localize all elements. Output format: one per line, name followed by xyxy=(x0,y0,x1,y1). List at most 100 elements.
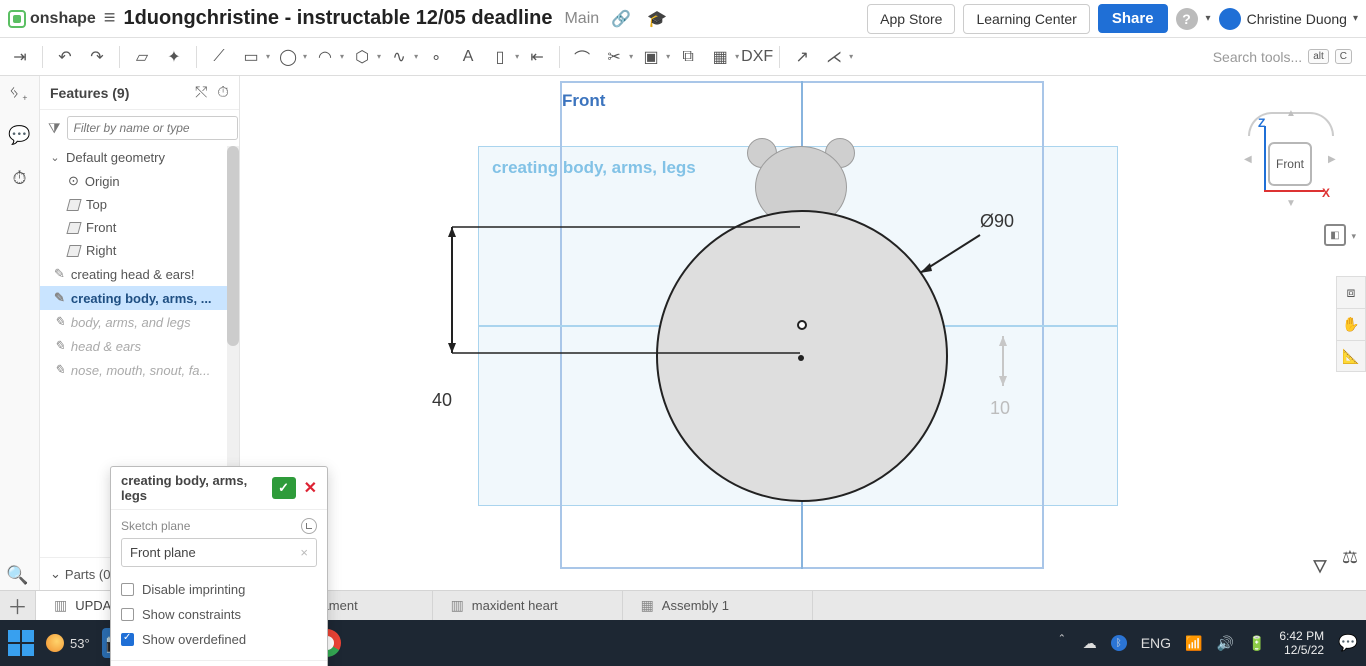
line-tool-icon[interactable]: ⟋ xyxy=(205,43,233,71)
plane-top-row[interactable]: Top xyxy=(40,193,239,216)
diameter-dimension[interactable]: Ø90 xyxy=(980,211,1014,232)
tray-battery-icon[interactable]: 🔋 xyxy=(1248,635,1265,652)
plane-right-row[interactable]: Right xyxy=(40,239,239,262)
help-caret-icon[interactable]: ▾ xyxy=(1206,13,1211,24)
tray-language[interactable]: ENG xyxy=(1141,635,1171,651)
point-tool-icon[interactable]: ∘ xyxy=(422,43,450,71)
zoom-search-icon[interactable]: 🔍 xyxy=(6,565,28,586)
start-button[interactable] xyxy=(8,630,34,656)
view-cube[interactable]: ▲ ▼ ◀ ▶ Z X Front xyxy=(1224,108,1344,218)
dim-40-label[interactable]: 40 xyxy=(432,390,452,411)
document-title[interactable]: 1duongchristine - instructable 12/05 dea… xyxy=(123,7,552,30)
arc-tool[interactable]: ◠▾ xyxy=(311,43,344,71)
center-point-icon[interactable] xyxy=(797,320,807,330)
constraint-tool[interactable]: ⋌▾ xyxy=(820,43,853,71)
help-icon[interactable]: ? xyxy=(1176,8,1198,30)
rectangle-icon: ▭ xyxy=(237,43,265,71)
rollback-icon[interactable]: ⏱ xyxy=(217,84,229,101)
learning-center-button[interactable]: Learning Center xyxy=(963,4,1089,34)
dim-10-label[interactable]: 10 xyxy=(990,398,1010,419)
polygon-tool[interactable]: ⬡▾ xyxy=(348,43,381,71)
origin-row[interactable]: ⊙Origin xyxy=(40,169,239,193)
circle-tool[interactable]: ◯▾ xyxy=(274,43,307,71)
branch-label[interactable]: Main xyxy=(564,10,599,28)
feature-filter-input[interactable] xyxy=(67,116,238,140)
view-right-icon[interactable]: ▶ xyxy=(1328,154,1336,165)
dialog-confirm-button[interactable]: ✓ xyxy=(272,477,296,499)
fillet-tool-icon[interactable]: ⌒ xyxy=(568,43,596,71)
units-icon[interactable]: 🜄 xyxy=(1312,547,1328,584)
dialog-cancel-button[interactable]: ✕ xyxy=(300,478,321,498)
plane-icon xyxy=(66,245,81,257)
slot-tool[interactable]: ▯▾ xyxy=(486,43,519,71)
tray-chevron-icon[interactable]: ＾ xyxy=(1055,633,1069,653)
disable-imprinting-checkbox[interactable]: Disable imprinting xyxy=(121,577,317,602)
spline-tool[interactable]: ∿▾ xyxy=(385,43,418,71)
insert-feature-icon[interactable]: ⤲ xyxy=(195,84,207,101)
app-store-button[interactable]: App Store xyxy=(867,4,955,34)
offset-tool[interactable]: ▣▾ xyxy=(637,43,670,71)
tray-volume-icon[interactable]: 🔊 xyxy=(1217,635,1234,652)
dimension-tool-icon[interactable]: ⇤ xyxy=(523,43,551,71)
view-cube-face[interactable]: Front xyxy=(1268,142,1312,186)
text-tool-icon[interactable]: A xyxy=(454,43,482,71)
history-icon[interactable]: ⏱ xyxy=(12,168,26,189)
share-button[interactable]: Share xyxy=(1098,4,1168,33)
tray-cloud-icon[interactable]: ☁ xyxy=(1083,635,1097,652)
education-icon[interactable]: 🎓 xyxy=(643,9,671,29)
sketch-plane-input[interactable]: Front plane × xyxy=(121,538,317,567)
show-overdefined-checkbox[interactable]: Show overdefined xyxy=(121,627,317,652)
display-mode-icon[interactable]: ◧ xyxy=(1324,224,1346,246)
brand-logo[interactable]: onshape xyxy=(8,10,96,28)
view-up-icon[interactable]: ▲ xyxy=(1286,108,1296,119)
feature-panel-header: Features (9) ⤲ ⏱ xyxy=(40,76,239,110)
sketch-nose-mouth-row[interactable]: ✎nose, mouth, snout, fa... xyxy=(40,358,239,382)
tab-assembly-1[interactable]: ▦Assembly 1 xyxy=(623,591,813,620)
origin-point-icon[interactable] xyxy=(798,355,804,361)
sketch-body-arms-row[interactable]: ✎creating body, arms, ... xyxy=(40,286,239,310)
menu-icon[interactable]: ≡ xyxy=(104,7,116,30)
rectangle-tool[interactable]: ▭▾ xyxy=(237,43,270,71)
add-tab-button[interactable]: ＋ xyxy=(0,591,36,620)
hide-show-icon[interactable]: ✋ xyxy=(1336,308,1366,340)
tray-clock[interactable]: 6:42 PM 12/5/22 xyxy=(1279,629,1324,657)
filter-icon[interactable]: ⧩ xyxy=(48,120,61,137)
dialog-history-icon[interactable] xyxy=(301,518,317,534)
show-constraints-checkbox[interactable]: Show constraints xyxy=(121,602,317,627)
measure-icon[interactable]: 📐 xyxy=(1336,340,1366,372)
sketch-head-ears2-row[interactable]: ✎head & ears xyxy=(40,334,239,358)
tab-maxident-heart[interactable]: ▥maxident heart xyxy=(433,591,623,620)
section-view-icon[interactable]: ⧈ xyxy=(1336,276,1366,308)
default-geometry-row[interactable]: ⌄Default geometry xyxy=(40,146,239,169)
sketch-icon[interactable]: ▱ xyxy=(128,43,156,71)
tool-search[interactable]: Search tools... alt C xyxy=(1213,49,1352,65)
link-icon[interactable]: 🔗 xyxy=(607,9,635,29)
redo-icon[interactable]: ↷ xyxy=(83,43,111,71)
x-axis-icon xyxy=(1264,190,1324,192)
transform-tool-icon[interactable]: ↗ xyxy=(788,43,816,71)
tool-feature-list-icon[interactable]: ⇥ xyxy=(6,43,34,71)
arc-icon: ◠ xyxy=(311,43,339,71)
mirror-tool-icon[interactable]: ⧉ xyxy=(674,43,702,71)
clear-input-icon[interactable]: × xyxy=(300,545,308,560)
corner-tools: 🜄 ⚖ xyxy=(1312,547,1358,584)
sketch-head-ears-row[interactable]: ✎creating head & ears! xyxy=(40,262,239,286)
weather-widget[interactable]: 53° xyxy=(46,634,90,652)
undo-icon[interactable]: ↶ xyxy=(51,43,79,71)
view-down-icon[interactable]: ▼ xyxy=(1286,198,1296,209)
add-feature-icon[interactable]: ᛃ₊ xyxy=(9,82,31,103)
sketch-body-legs-row[interactable]: ✎body, arms, and legs xyxy=(40,310,239,334)
view-left-icon[interactable]: ◀ xyxy=(1244,154,1252,165)
tray-bluetooth-icon[interactable]: ᛒ xyxy=(1111,635,1127,651)
trim-tool[interactable]: ✂▾ xyxy=(600,43,633,71)
wizard-icon[interactable]: ✦ xyxy=(160,43,188,71)
user-menu[interactable]: Christine Duong ▾ xyxy=(1219,8,1358,30)
comments-icon[interactable]: 💬 xyxy=(8,125,30,146)
mass-props-icon[interactable]: ⚖ xyxy=(1342,547,1358,584)
image-tool-icon[interactable]: DXF xyxy=(743,43,771,71)
pattern-tool[interactable]: ▦▾ xyxy=(706,43,739,71)
graphics-canvas[interactable]: Front creating body, arms, legs Ø90 40 xyxy=(240,76,1366,590)
plane-front-row[interactable]: Front xyxy=(40,216,239,239)
tray-wifi-icon[interactable]: 📶 xyxy=(1185,635,1202,652)
tray-notifications-icon[interactable]: 💬 xyxy=(1338,633,1358,653)
